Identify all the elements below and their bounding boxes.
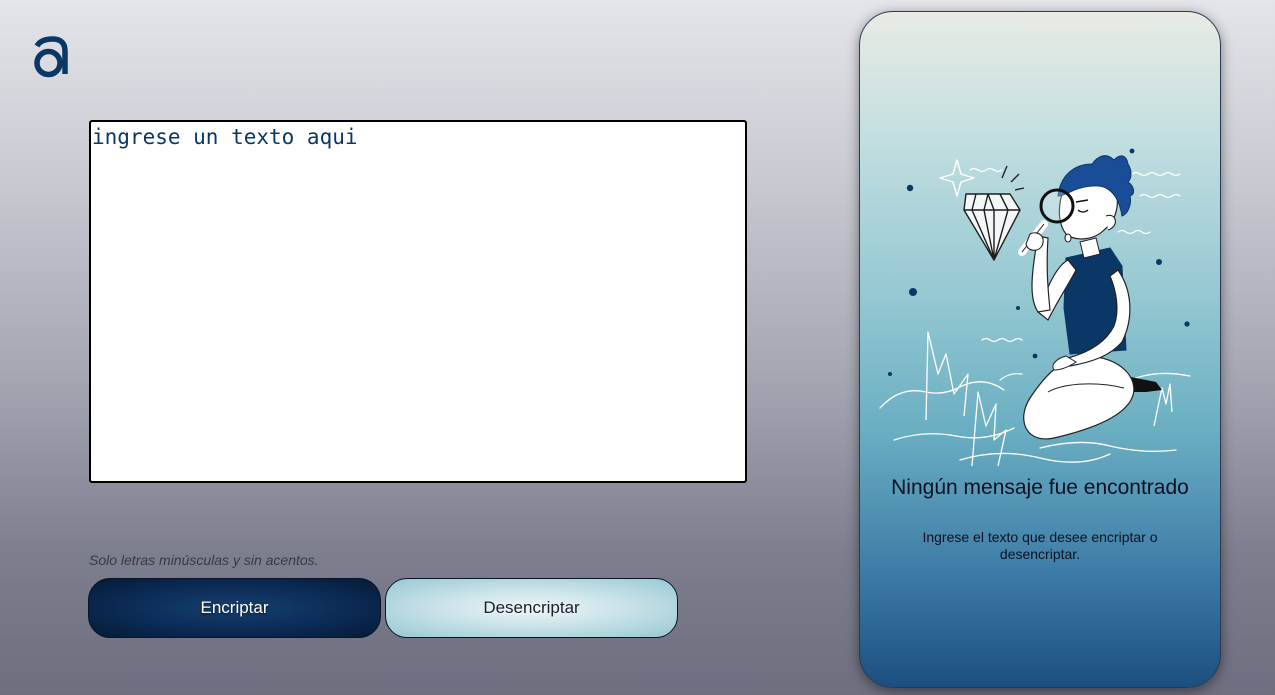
decrypt-button[interactable]: Desencriptar (385, 578, 678, 638)
no-message-title: Ningún mensaje fue encontrado (891, 476, 1189, 499)
input-hint: Solo letras minúsculas y sin acentos. (89, 552, 319, 568)
no-message-description: Ingrese el texto que desee encriptar o d… (922, 529, 1158, 562)
output-panel: Ningún mensaje fue encontrado Ingrese el… (859, 11, 1221, 688)
text-input[interactable] (91, 122, 745, 481)
boy-with-magnifying-glass-illustration (879, 148, 1191, 467)
encrypt-button[interactable]: Encriptar (88, 578, 381, 638)
text-input-box (89, 120, 747, 483)
alura-logo-icon (30, 36, 70, 78)
